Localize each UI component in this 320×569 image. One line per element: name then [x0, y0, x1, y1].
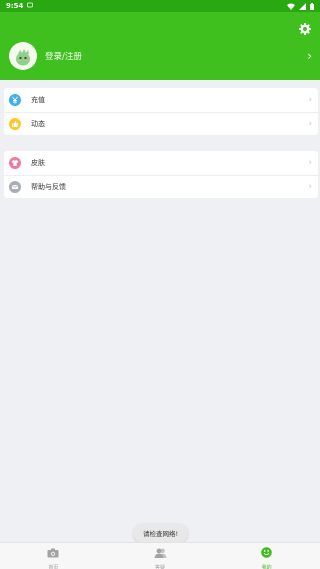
- thumbs-up-icon: [9, 117, 21, 130]
- menu-item-label: 帮助与反馈: [31, 182, 66, 191]
- tab-label: 答疑: [155, 564, 166, 569]
- camera-icon: [47, 543, 59, 562]
- menu-item-label: 充值: [31, 95, 45, 104]
- battery-icon: [310, 2, 314, 10]
- avatar[interactable]: [9, 42, 37, 70]
- menu-card-account: 充值 › 动态 ›: [4, 88, 318, 135]
- tshirt-icon: [9, 156, 21, 169]
- chevron-right-icon: ›: [308, 94, 312, 105]
- tab-label: 首页: [48, 564, 59, 569]
- chevron-right-icon: ›: [308, 157, 312, 168]
- network-error-toast: 请检查网络!: [133, 523, 188, 543]
- notification-icon: [27, 2, 34, 10]
- bottom-tab-bar: 首页 答疑 我的: [0, 542, 320, 569]
- menu-item-skin[interactable]: 皮肤 ›: [4, 151, 318, 175]
- signal-icon: [299, 2, 306, 10]
- menu-item-help-feedback[interactable]: 帮助与反馈 ›: [4, 174, 318, 199]
- chevron-right-icon: ›: [308, 118, 312, 129]
- mascot-avatar-icon: [16, 49, 30, 66]
- tab-mine[interactable]: 我的: [213, 543, 320, 569]
- tab-label: 我的: [261, 564, 272, 569]
- wifi-icon: [287, 3, 295, 10]
- people-icon: [154, 543, 167, 562]
- menu-item-label: 皮肤: [31, 158, 45, 167]
- status-time: 9:54: [6, 2, 24, 10]
- menu-card-general: 皮肤 › 帮助与反馈 ›: [4, 151, 318, 198]
- gear-icon: [298, 21, 312, 40]
- settings-button[interactable]: [298, 21, 312, 35]
- status-icons: [287, 2, 314, 10]
- message-icon: [9, 180, 21, 193]
- menu-item-feed[interactable]: 动态 ›: [4, 111, 318, 136]
- recharge-yen-icon: [9, 93, 21, 106]
- tab-home[interactable]: 首页: [0, 543, 107, 569]
- login-register-label: 登录/注册: [45, 52, 82, 62]
- menu-item-recharge[interactable]: 充值 ›: [4, 88, 318, 112]
- status-bar: 9:54: [0, 0, 320, 12]
- profile-header: 登录/注册 ›: [0, 12, 320, 80]
- smiley-icon: [261, 543, 272, 562]
- chevron-right-icon: ›: [308, 181, 312, 192]
- tab-qa[interactable]: 答疑: [107, 543, 214, 569]
- chevron-right-icon: ›: [307, 49, 312, 63]
- menu-item-label: 动态: [31, 119, 45, 128]
- login-row[interactable]: 登录/注册 ›: [9, 41, 312, 71]
